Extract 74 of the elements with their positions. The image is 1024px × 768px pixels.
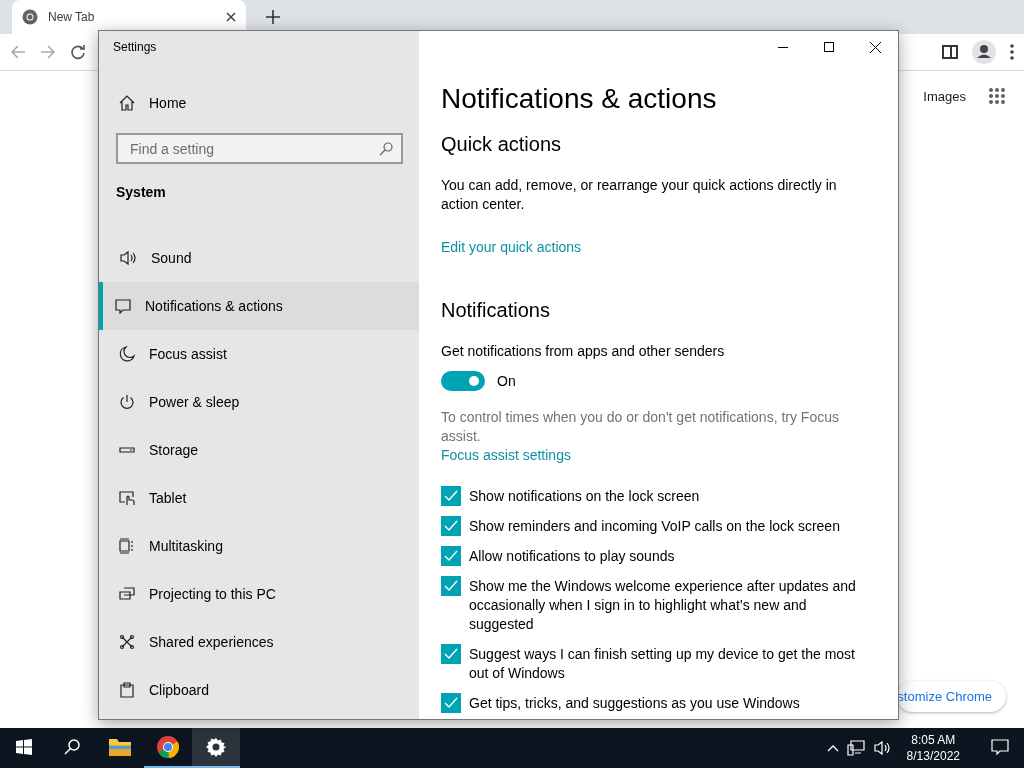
home-icon <box>119 95 135 111</box>
clock[interactable]: 8:05 AM 8/13/2022 <box>898 732 968 764</box>
customize-button[interactable]: stomize Chrome <box>897 681 1006 712</box>
toggle-switch[interactable] <box>441 371 485 391</box>
nav-icon <box>119 586 135 602</box>
checkbox-label: Show reminders and incoming VoIP calls on the lock screen <box>469 517 840 536</box>
nav-item[interactable]: Storage <box>99 426 419 474</box>
images-link[interactable]: Images <box>923 88 966 104</box>
apps-grid-icon[interactable] <box>988 87 1006 105</box>
nav-item[interactable]: Clipboard <box>99 666 419 714</box>
nav-item[interactable]: Multitasking <box>99 522 419 570</box>
hint-text: To control times when you do or don't get notifications, try Focus assist. <box>441 408 840 446</box>
checkbox-label: Show me the Windows welcome experience after updates and occasionally when I sign in to highlight what’s new and suggested <box>469 577 857 634</box>
browser-tab[interactable]: New Tab <box>12 0 246 34</box>
close-icon <box>869 41 881 53</box>
minimize-icon <box>778 46 788 48</box>
checkbox-label: Get tips, tricks, and suggestions as you use Windows <box>469 694 800 713</box>
nav-item[interactable]: Focus assist <box>99 330 419 378</box>
profile-avatar-icon[interactable] <box>972 40 996 64</box>
gear-icon <box>206 737 226 757</box>
search-field[interactable]: Find a setting <box>116 133 403 164</box>
close-icon[interactable] <box>226 12 236 22</box>
checkbox[interactable] <box>441 486 461 506</box>
new-tab-icon[interactable] <box>266 10 280 24</box>
windows-logo-icon <box>16 739 32 755</box>
description-text: You can add, remove, or rearrange your quick actions directly in action center. <box>441 176 838 214</box>
maximize-icon <box>824 42 834 52</box>
chevron-up-icon[interactable] <box>826 744 839 752</box>
nav-icon <box>119 634 135 650</box>
taskbar-app-button[interactable] <box>192 728 240 768</box>
speech-bubble-icon <box>991 739 1009 755</box>
section-title: Notifications <box>441 299 551 322</box>
reload-icon[interactable] <box>70 44 86 60</box>
checkbox[interactable] <box>441 644 461 664</box>
menu-icon[interactable] <box>1010 44 1014 60</box>
checkbox-label: Suggest ways I can finish setting up my device to get the most out of Windows <box>469 645 856 683</box>
nav-item[interactable]: Notifications & actions <box>99 282 419 330</box>
checkbox[interactable] <box>441 693 461 713</box>
checkbox-label: Show notifications on the lock screen <box>469 487 700 506</box>
search-input[interactable]: Find a setting <box>128 139 379 158</box>
nav-item[interactable]: Sound <box>99 234 419 282</box>
nav-item[interactable]: Shared experiences <box>99 618 419 666</box>
toggle-label: Get notifications from apps and other senders <box>441 342 726 361</box>
checkbox-label: Allow notifications to play sounds <box>469 547 675 566</box>
folder-icon <box>108 737 132 757</box>
nav-icon <box>119 490 135 506</box>
chrome-logo-icon <box>22 9 38 25</box>
toggle-state-text: On <box>497 371 516 391</box>
side-panel-icon[interactable] <box>942 44 958 60</box>
search-icon <box>379 141 393 156</box>
network-icon[interactable] <box>846 740 865 756</box>
page-heading: Notifications & actions <box>441 83 718 115</box>
section-title: Quick actions <box>441 133 563 156</box>
chrome-logo-icon <box>156 735 180 759</box>
nav-icon <box>119 682 135 698</box>
nav-icon <box>119 250 137 266</box>
nav-item[interactable]: Power & sleep <box>99 378 419 426</box>
nav-icon <box>119 394 135 410</box>
edit-quick-actions-link[interactable]: Edit your quick actions <box>441 238 582 257</box>
checkbox[interactable] <box>441 516 461 536</box>
window-title: Settings <box>112 39 158 56</box>
checkbox[interactable] <box>441 576 461 596</box>
tab-title: New Tab <box>48 10 96 24</box>
nav-icon <box>115 298 131 314</box>
home-item[interactable]: Home <box>99 79 419 127</box>
nav-item[interactable]: Projecting to this PC <box>99 570 419 618</box>
checkbox[interactable] <box>441 546 461 566</box>
nav-icon <box>119 538 135 554</box>
nav-icon <box>119 346 135 362</box>
nav-item[interactable]: Tablet <box>99 474 419 522</box>
section-heading: System <box>115 183 167 202</box>
focus-assist-link[interactable]: Focus assist settings <box>441 446 571 465</box>
volume-icon[interactable] <box>872 740 891 756</box>
search-icon <box>64 739 80 755</box>
